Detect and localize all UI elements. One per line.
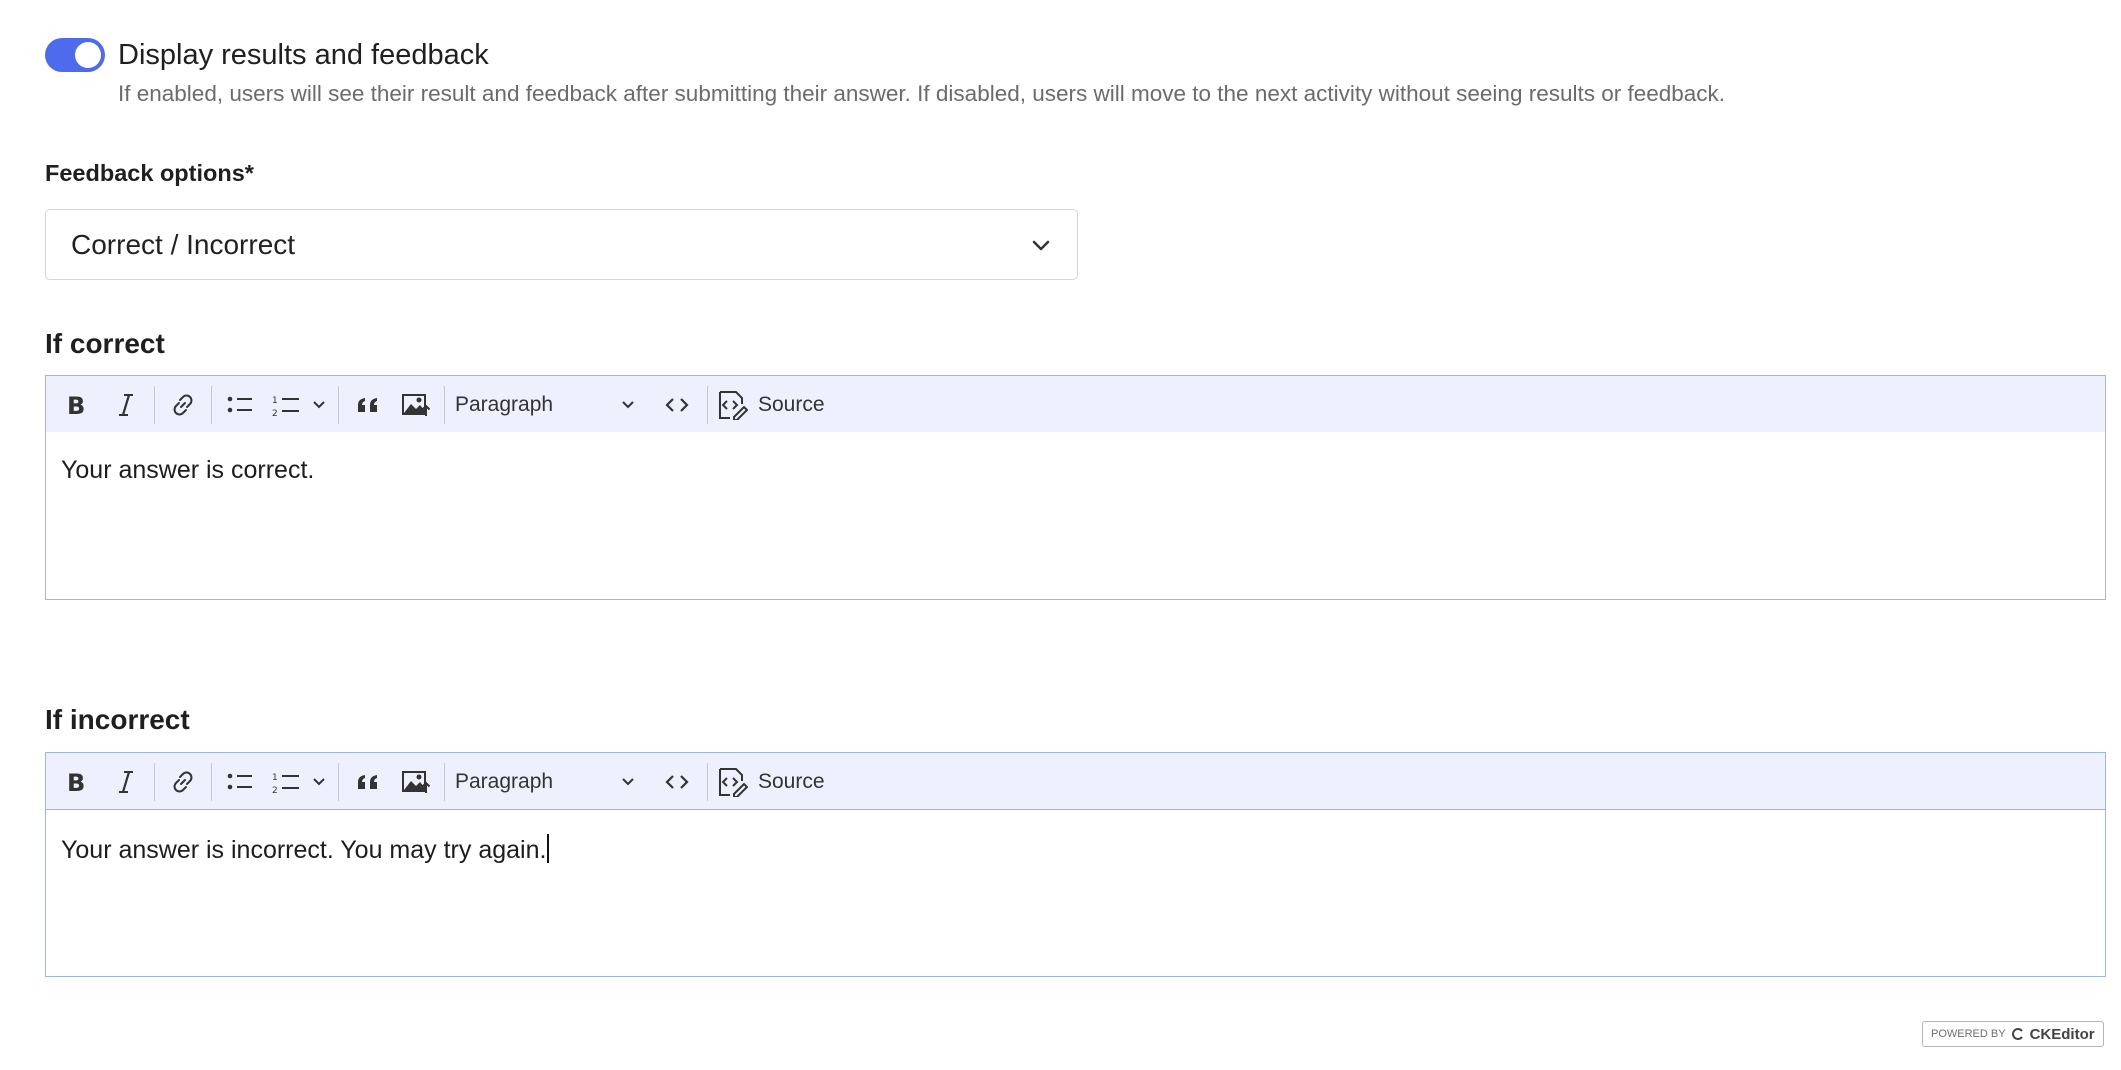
quote-icon xyxy=(358,775,377,789)
editor-text: Your answer is incorrect. You may try ag… xyxy=(61,834,550,865)
svg-text:2: 2 xyxy=(272,409,278,418)
image-upload-icon xyxy=(402,394,431,416)
code-button[interactable] xyxy=(656,385,698,425)
editor-toolbar: B 12 Paragraph Source xyxy=(45,375,2106,433)
toolbar-separator xyxy=(444,763,445,801)
code-icon xyxy=(665,775,689,789)
source-edit-icon xyxy=(719,391,748,420)
feedback-options-value: Correct / Incorrect xyxy=(71,229,296,260)
image-upload-icon xyxy=(402,771,431,793)
toolbar-separator xyxy=(338,763,339,801)
text-caret xyxy=(547,834,550,863)
toolbar-separator xyxy=(444,386,445,424)
toolbar-separator xyxy=(707,763,708,801)
bold-icon: B xyxy=(67,392,85,418)
link-button[interactable] xyxy=(163,385,203,425)
feedback-options-select[interactable]: Correct / Incorrect xyxy=(45,209,1078,280)
toggle-help-text: If enabled, users will see their result … xyxy=(118,81,1726,106)
chevron-down-icon xyxy=(313,401,325,409)
source-button-label: Source xyxy=(758,770,825,793)
toolbar-separator xyxy=(338,386,339,424)
chevron-down-icon xyxy=(313,778,325,786)
if-incorrect-title: If incorrect xyxy=(45,704,190,735)
display-results-toggle[interactable] xyxy=(45,38,105,72)
toolbar-separator xyxy=(211,763,212,801)
toggle-knob xyxy=(75,42,101,68)
if-correct-editor: B 12 Paragraph Source Your answer is cor… xyxy=(45,375,2106,659)
if-incorrect-editor: B 12 Paragraph Source Your answer is inc… xyxy=(45,752,2106,1036)
powered-by-ckeditor-badge[interactable]: POWERED BY CKEditor xyxy=(1922,1021,2104,1047)
svg-text:2: 2 xyxy=(272,786,278,795)
bulleted-list-button[interactable] xyxy=(220,385,260,425)
italic-icon xyxy=(119,771,133,793)
heading-dropdown[interactable]: Paragraph xyxy=(455,762,635,802)
toggle-label: Display results and feedback xyxy=(118,39,489,71)
editor-text-value: Your answer is incorrect. You may try ag… xyxy=(61,836,547,864)
ckeditor-brand: CKEditor xyxy=(2029,1025,2095,1043)
editor-text: Your answer is correct. xyxy=(61,456,315,484)
insert-image-button[interactable] xyxy=(396,385,436,425)
bulleted-list-button[interactable] xyxy=(220,762,260,802)
svg-text:1: 1 xyxy=(272,396,278,406)
source-button[interactable]: Source xyxy=(716,762,826,802)
italic-button[interactable] xyxy=(106,762,146,802)
link-icon xyxy=(173,771,193,793)
numbered-list-icon: 12 xyxy=(272,773,299,795)
editor-content-area[interactable]: Your answer is correct. xyxy=(45,432,2106,600)
toolbar-separator xyxy=(154,763,155,801)
editor-content-area[interactable]: Your answer is incorrect. You may try ag… xyxy=(45,809,2106,977)
numbered-list-icon: 12 xyxy=(272,396,299,418)
chevron-down-icon xyxy=(622,778,634,786)
chevron-down-icon xyxy=(622,401,634,409)
bulleted-list-icon xyxy=(227,396,252,413)
heading-dropdown[interactable]: Paragraph xyxy=(455,385,635,425)
blockquote-button[interactable] xyxy=(348,762,388,802)
numbered-list-dropdown[interactable] xyxy=(308,385,330,425)
numbered-list-button[interactable]: 12 xyxy=(266,385,306,425)
bulleted-list-icon xyxy=(227,773,252,790)
link-icon xyxy=(173,394,193,416)
bold-button[interactable]: B xyxy=(56,385,96,425)
italic-button[interactable] xyxy=(106,385,146,425)
editor-toolbar: B 12 Paragraph Source xyxy=(45,752,2106,810)
chevron-down-icon xyxy=(1032,240,1050,251)
toolbar-separator xyxy=(154,386,155,424)
powered-by-text: POWERED BY xyxy=(1931,1028,2006,1040)
heading-dropdown-label: Paragraph xyxy=(455,770,554,793)
link-button[interactable] xyxy=(163,762,203,802)
italic-icon xyxy=(119,394,133,416)
svg-text:1: 1 xyxy=(272,773,278,783)
code-button[interactable] xyxy=(656,762,698,802)
toolbar-separator xyxy=(707,386,708,424)
feedback-options-label: Feedback options* xyxy=(45,160,254,186)
insert-image-button[interactable] xyxy=(396,762,436,802)
ckeditor-logo-icon xyxy=(2011,1028,2023,1040)
blockquote-button[interactable] xyxy=(348,385,388,425)
heading-dropdown-label: Paragraph xyxy=(455,393,554,416)
numbered-list-button[interactable]: 12 xyxy=(266,762,306,802)
svg-text:B: B xyxy=(67,769,85,795)
source-button[interactable]: Source xyxy=(716,385,826,425)
numbered-list-dropdown[interactable] xyxy=(308,762,330,802)
svg-text:B: B xyxy=(67,392,85,418)
quote-icon xyxy=(358,398,377,412)
bold-button[interactable]: B xyxy=(56,762,96,802)
source-edit-icon xyxy=(719,768,748,797)
source-button-label: Source xyxy=(758,393,825,416)
if-correct-title: If correct xyxy=(45,328,165,359)
bold-icon: B xyxy=(67,769,85,795)
code-icon xyxy=(665,398,689,412)
toolbar-separator xyxy=(211,386,212,424)
